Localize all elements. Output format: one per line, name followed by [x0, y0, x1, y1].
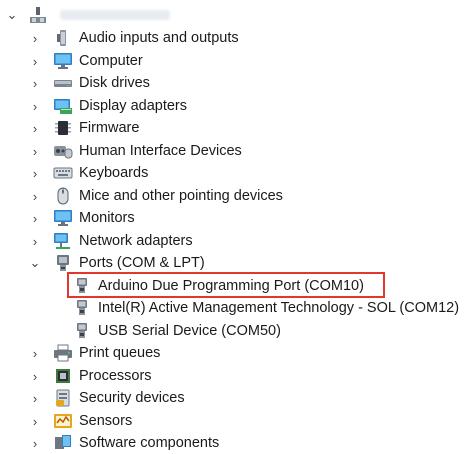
tree-item-human-interface-devices[interactable]: › Human Interface Devices: [27, 140, 242, 162]
tree-item-keyboards[interactable]: › Keyboards: [27, 162, 149, 184]
software-icon: [53, 433, 73, 453]
tree-item-label: Mice and other pointing devices: [79, 188, 283, 204]
chip-icon: [53, 118, 73, 138]
tree-item-label: Human Interface Devices: [79, 143, 242, 159]
tree-item-arduino-due-programming-port-com10[interactable]: Arduino Due Programming Port (COM10): [72, 275, 364, 297]
tree-item-label: Sensors: [79, 413, 133, 429]
tree-item-security-devices[interactable]: › Security devices: [27, 387, 185, 409]
tree-item-sensors[interactable]: › Sensors: [27, 410, 132, 432]
port-icon: [53, 253, 73, 273]
tree-item-label: Audio inputs and outputs: [79, 30, 239, 46]
tree-item-monitors[interactable]: › Monitors: [27, 207, 135, 229]
chevron-right-icon[interactable]: ›: [27, 98, 43, 114]
monitor-icon: [53, 208, 73, 228]
sensor-icon: [53, 411, 73, 431]
hid-icon: [53, 141, 73, 161]
tree-item-network-adapters[interactable]: › Network adapters: [27, 230, 193, 252]
tree-item-label: Software components: [79, 435, 220, 451]
printer-icon: [53, 343, 73, 363]
port-connector-icon: [72, 276, 92, 296]
tree-item-computer[interactable]: › Computer: [27, 50, 143, 72]
display-adapter-icon: [53, 96, 73, 116]
tree-item-label: Display adapters: [79, 98, 187, 114]
tree-item-label: Firmware: [79, 120, 140, 136]
chevron-right-icon[interactable]: ›: [27, 233, 43, 249]
disk-drive-icon: [53, 73, 73, 93]
tree-item-label: Computer: [79, 53, 143, 69]
tree-item-firmware[interactable]: › Firmware: [27, 117, 140, 139]
tree-item-processors[interactable]: › Processors: [27, 365, 152, 387]
chevron-right-icon[interactable]: ›: [27, 30, 43, 46]
tree-item-disk-drives[interactable]: › Disk drives: [27, 72, 150, 94]
tree-item-label: USB Serial Device (COM50): [98, 323, 281, 339]
processor-icon: [53, 366, 73, 386]
tree-item-label: Print queues: [79, 345, 161, 361]
tree-item-label: Processors: [79, 368, 152, 384]
tree-item-display-adapters[interactable]: › Display adapters: [27, 95, 187, 117]
tree-item-usb-serial-device-com50[interactable]: USB Serial Device (COM50): [72, 320, 281, 342]
chevron-right-icon[interactable]: ›: [27, 368, 43, 384]
chevron-down-icon[interactable]: ⌄: [27, 255, 43, 271]
chevron-right-icon[interactable]: ›: [27, 413, 43, 429]
chevron-right-icon[interactable]: ›: [27, 390, 43, 406]
tree-item-ports-com-lpt[interactable]: ⌄ Ports (COM & LPT): [27, 252, 205, 274]
chevron-right-icon[interactable]: ›: [27, 165, 43, 181]
tree-item-intel-r-active-management-technology-sol-com12[interactable]: Intel(R) Active Management Technology - …: [72, 297, 459, 319]
tree-root[interactable]: ⌄: [4, 4, 170, 26]
chevron-right-icon[interactable]: ›: [27, 345, 43, 361]
computer-name-redacted: [60, 10, 170, 20]
tree-item-print-queues[interactable]: › Print queues: [27, 342, 160, 364]
network-icon: [53, 231, 73, 251]
tree-item-label: Disk drives: [79, 75, 150, 91]
device-tree: ⌄ › Audio inputs and outputs › Computer › Dis…: [0, 0, 468, 451]
chevron-right-icon[interactable]: ›: [27, 53, 43, 69]
chevron-right-icon[interactable]: ›: [27, 210, 43, 226]
tree-item-label: Intel(R) Active Management Technology - …: [98, 300, 460, 316]
chevron-down-icon[interactable]: ⌄: [4, 7, 20, 23]
tree-item-label: Keyboards: [79, 165, 149, 181]
tree-item-label: Ports (COM & LPT): [79, 255, 205, 271]
tree-item-mice-and-other-pointing-devices[interactable]: › Mice and other pointing devices: [27, 185, 283, 207]
chevron-right-icon[interactable]: ›: [27, 75, 43, 91]
speaker-icon: [53, 28, 73, 48]
computer-tree-icon: [28, 5, 48, 25]
security-icon: [53, 388, 73, 408]
port-connector-icon: [72, 298, 92, 318]
tree-item-software-components[interactable]: › Software components: [27, 432, 219, 454]
chevron-right-icon[interactable]: ›: [27, 143, 43, 159]
tree-item-label: Network adapters: [79, 233, 193, 249]
chevron-right-icon[interactable]: ›: [27, 120, 43, 136]
monitor-icon: [53, 51, 73, 71]
tree-item-label: Security devices: [79, 390, 185, 406]
tree-item-audio-inputs-and-outputs[interactable]: › Audio inputs and outputs: [27, 27, 239, 49]
mouse-icon: [53, 186, 73, 206]
tree-item-label: Arduino Due Programming Port (COM10): [98, 278, 364, 294]
chevron-right-icon[interactable]: ›: [27, 435, 43, 451]
tree-item-label: Monitors: [79, 210, 135, 226]
chevron-right-icon[interactable]: ›: [27, 188, 43, 204]
keyboard-icon: [53, 163, 73, 183]
port-connector-icon: [72, 321, 92, 341]
